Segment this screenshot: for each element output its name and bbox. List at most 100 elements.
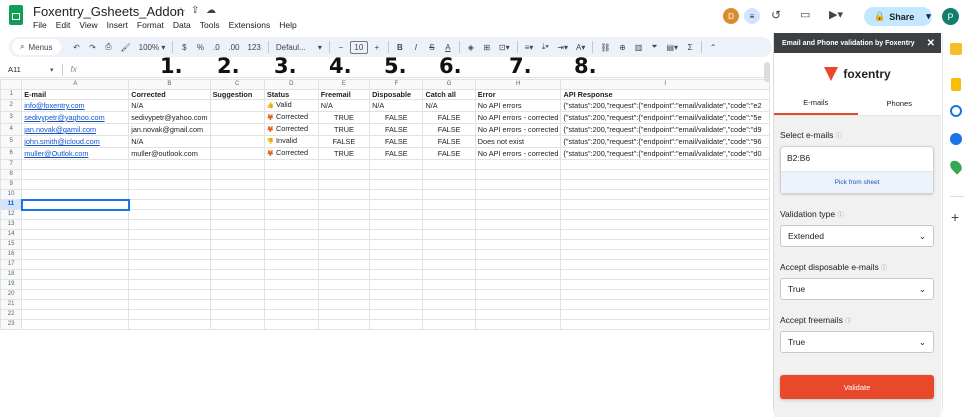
- cell-c12[interactable]: [209, 209, 265, 220]
- cell-e19[interactable]: [317, 279, 371, 290]
- cell-h4[interactable]: No API errors - corrected: [474, 123, 562, 136]
- menu-extensions[interactable]: Extensions: [229, 20, 271, 30]
- cell-i5[interactable]: {"status":200,"request":{"endpoint":"ema…: [560, 135, 770, 148]
- row-number[interactable]: 16: [0, 249, 23, 260]
- row-number[interactable]: 9: [0, 179, 23, 190]
- link-icon[interactable]: ⛓: [597, 39, 613, 55]
- cell-e13[interactable]: [317, 219, 371, 230]
- row-number[interactable]: 7: [0, 159, 23, 170]
- star-icon[interactable]: ☆: [176, 5, 186, 18]
- cell-g9[interactable]: [422, 179, 476, 190]
- cell-g4[interactable]: FALSE: [422, 123, 476, 136]
- cell-g8[interactable]: [422, 169, 476, 180]
- keep-icon[interactable]: [951, 78, 961, 91]
- cell-c23[interactable]: [209, 319, 265, 330]
- strikethrough-icon[interactable]: S: [425, 39, 439, 55]
- cell-g6[interactable]: FALSE: [422, 147, 476, 160]
- cell-f11[interactable]: [369, 199, 424, 210]
- cell-g5[interactable]: FALSE: [422, 135, 476, 148]
- menus-search[interactable]: ⌕ Menus: [12, 39, 61, 55]
- cell-e6[interactable]: TRUE: [317, 147, 371, 160]
- tab-emails[interactable]: E-mails: [774, 92, 858, 115]
- cell-c2[interactable]: [209, 99, 265, 112]
- cell-h15[interactable]: [474, 239, 562, 250]
- cell-h19[interactable]: [474, 279, 562, 290]
- validate-button[interactable]: Validate: [780, 375, 934, 399]
- cell-d4[interactable]: 🦊 Corrected: [263, 123, 319, 136]
- cell-g18[interactable]: [422, 269, 476, 280]
- menu-tools[interactable]: Tools: [200, 20, 220, 30]
- cell-f2[interactable]: N/A: [369, 99, 424, 112]
- cell-f4[interactable]: FALSE: [369, 123, 424, 136]
- column-header-b[interactable]: B: [128, 79, 211, 90]
- align-icon[interactable]: ≡▾: [522, 39, 537, 55]
- cell-d16[interactable]: [263, 249, 319, 260]
- row-number[interactable]: 3: [0, 111, 23, 124]
- cell-b2[interactable]: N/A: [128, 99, 211, 112]
- cell-b22[interactable]: [128, 309, 211, 320]
- cell-f14[interactable]: [369, 229, 424, 240]
- cell-b18[interactable]: [128, 269, 211, 280]
- cell-g22[interactable]: [422, 309, 476, 320]
- cell-b10[interactable]: [128, 189, 211, 200]
- cell-e16[interactable]: [317, 249, 371, 260]
- cell-d19[interactable]: [263, 279, 319, 290]
- cell-h5[interactable]: Does not exist: [474, 135, 562, 148]
- cell-a4[interactable]: jan.novak@gamil.com: [21, 123, 130, 136]
- row-number[interactable]: 10: [0, 189, 23, 200]
- cell-i14[interactable]: [560, 229, 770, 240]
- column-header-e[interactable]: E: [317, 79, 371, 90]
- menu-view[interactable]: View: [79, 20, 97, 30]
- cell-c13[interactable]: [209, 219, 265, 230]
- filter-icon[interactable]: ⏷: [648, 39, 662, 55]
- cell-b9[interactable]: [128, 179, 211, 190]
- row-number[interactable]: 14: [0, 229, 23, 240]
- cell-f15[interactable]: [369, 239, 424, 250]
- cell-b20[interactable]: [128, 289, 211, 300]
- merge-cells-icon[interactable]: ⊡▾: [496, 39, 513, 55]
- vertical-align-icon[interactable]: ⤓▾: [538, 39, 552, 55]
- disposable-select[interactable]: True ⌄: [780, 278, 934, 300]
- cell-c19[interactable]: [209, 279, 265, 290]
- cell-i11[interactable]: [560, 199, 770, 210]
- cell-g13[interactable]: [422, 219, 476, 230]
- cell-i3[interactable]: {"status":200,"request":{"endpoint":"ema…: [560, 111, 770, 124]
- comment-icon[interactable]: ▭: [800, 8, 810, 21]
- cell-f17[interactable]: [369, 259, 424, 270]
- row-number[interactable]: 1: [0, 89, 23, 100]
- cell-h20[interactable]: [474, 289, 562, 300]
- cell-h14[interactable]: [474, 229, 562, 240]
- font-select[interactable]: Defaul... ▾: [273, 39, 325, 55]
- cell-h6[interactable]: No API errors - corrected: [474, 147, 562, 160]
- cell-f18[interactable]: [369, 269, 424, 280]
- document-title[interactable]: Foxentry_Gsheets_Addon: [33, 4, 184, 19]
- cell-a13[interactable]: [21, 219, 130, 230]
- cell-e21[interactable]: [317, 299, 371, 310]
- row-number[interactable]: 2: [0, 99, 23, 112]
- cell-g15[interactable]: [422, 239, 476, 250]
- cell-a3[interactable]: sedivypetr@yaghoo.com: [21, 111, 130, 124]
- cell-f16[interactable]: [369, 249, 424, 260]
- undo-icon[interactable]: ↶: [70, 39, 84, 55]
- column-header-i[interactable]: I: [560, 79, 770, 90]
- cell-i12[interactable]: [560, 209, 770, 220]
- cell-c5[interactable]: [209, 135, 265, 148]
- cell-g3[interactable]: FALSE: [422, 111, 476, 124]
- cell-h13[interactable]: [474, 219, 562, 230]
- cell-a8[interactable]: [21, 169, 130, 180]
- italic-icon[interactable]: I: [409, 39, 423, 55]
- cell-e20[interactable]: [317, 289, 371, 300]
- cell-h8[interactable]: [474, 169, 562, 180]
- cell-b16[interactable]: [128, 249, 211, 260]
- cell-d5[interactable]: 👎 Invalid: [263, 135, 319, 148]
- cell-a10[interactable]: [21, 189, 130, 200]
- cell-i13[interactable]: [560, 219, 770, 230]
- history-icon[interactable]: ↺: [771, 8, 781, 22]
- cell-e4[interactable]: TRUE: [317, 123, 371, 136]
- move-icon[interactable]: ⇪: [191, 5, 199, 16]
- cell-i21[interactable]: [560, 299, 770, 310]
- cell-g20[interactable]: [422, 289, 476, 300]
- cell-a23[interactable]: [21, 319, 130, 330]
- cell-d23[interactable]: [263, 319, 319, 330]
- decrease-decimal-button[interactable]: .0: [209, 39, 223, 55]
